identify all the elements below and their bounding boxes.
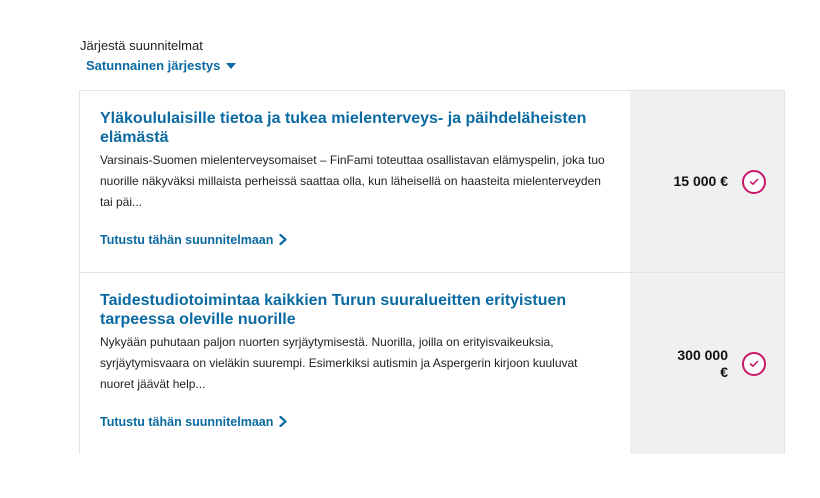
plan-card: Yläkoululaisille tietoa ja tukea mielent… <box>80 91 784 273</box>
plan-side-panel: 300 000 € <box>630 273 784 454</box>
plan-description: Nykyään puhutaan paljon nuorten syrjäyty… <box>100 335 578 391</box>
sort-selected-value: Satunnainen järjestys <box>86 58 221 73</box>
plan-card-main: Taidestudiotoimintaa kaikkien Turun suur… <box>80 273 630 454</box>
sort-label: Järjestä suunnitelmat <box>80 38 203 53</box>
plan-link-label: Tutustu tähän suunnitelmaan <box>100 415 274 429</box>
plan-side-panel: 15 000 € <box>630 91 784 272</box>
caret-down-icon <box>226 63 237 69</box>
plan-link[interactable]: Tutustu tähän suunnitelmaan <box>100 233 287 247</box>
plan-card: Taidestudiotoimintaa kaikkien Turun suur… <box>80 273 784 454</box>
plan-amount: 300 000 € <box>677 346 728 380</box>
plan-title[interactable]: Taidestudiotoimintaa kaikkien Turun suur… <box>100 291 610 329</box>
plan-link[interactable]: Tutustu tähän suunnitelmaan <box>100 415 287 429</box>
plan-card-main: Yläkoululaisille tietoa ja tukea mielent… <box>80 91 630 272</box>
chevron-right-icon <box>279 415 287 429</box>
plan-link-label: Tutustu tähän suunnitelmaan <box>100 233 274 247</box>
check-circle-icon[interactable] <box>742 351 766 376</box>
plan-amount: 15 000 € <box>673 173 729 189</box>
sort-select[interactable]: Satunnainen järjestys <box>86 58 237 73</box>
plan-title[interactable]: Yläkoululaisille tietoa ja tukea mielent… <box>100 109 610 147</box>
plan-description: Varsinais-Suomen mielenterveysomaiset – … <box>100 153 605 209</box>
chevron-right-icon <box>279 233 287 247</box>
plan-list: Yläkoululaisille tietoa ja tukea mielent… <box>79 90 785 454</box>
check-circle-icon[interactable] <box>742 169 766 194</box>
